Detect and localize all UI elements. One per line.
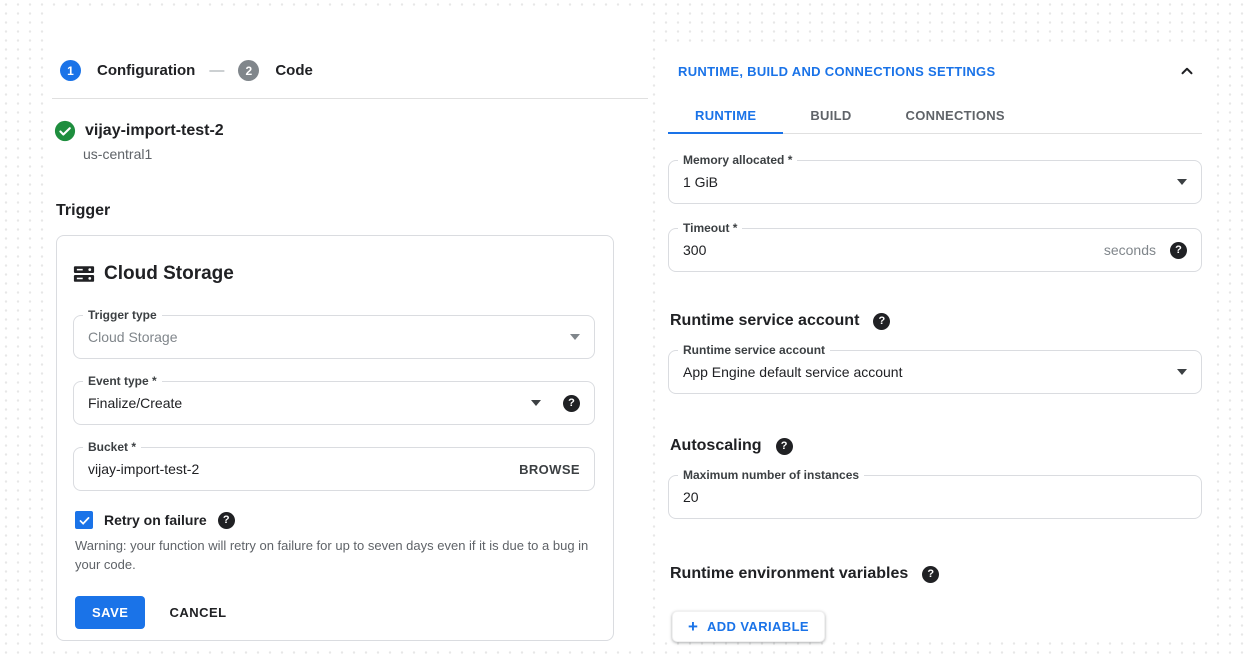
bucket-field[interactable]: Bucket * BROWSE (73, 447, 595, 491)
timeout-field[interactable]: Timeout * seconds ? (668, 228, 1202, 272)
retry-checkbox[interactable] (75, 511, 93, 529)
runtime-service-account-select[interactable]: Runtime service account App Engine defau… (668, 350, 1202, 394)
step-1-circle: 1 (60, 60, 81, 81)
memory-allocated-select[interactable]: Memory allocated * 1 GiB (668, 160, 1202, 204)
function-header: vijay-import-test-2 (54, 120, 648, 142)
settings-panel: RUNTIME, BUILD AND CONNECTIONS SETTINGS … (660, 48, 1210, 640)
function-name: vijay-import-test-2 (85, 122, 224, 140)
trigger-card: Cloud Storage Trigger type Cloud Storage… (56, 235, 614, 641)
trigger-type-select[interactable]: Trigger type Cloud Storage (73, 315, 595, 359)
function-region: us-central1 (83, 146, 648, 162)
trigger-type-value: Cloud Storage (88, 329, 570, 345)
cancel-button[interactable]: CANCEL (169, 605, 226, 620)
event-type-help-icon[interactable]: ? (563, 395, 580, 412)
settings-tabs: RUNTIME BUILD CONNECTIONS (668, 100, 1202, 134)
chevron-up-icon (1178, 62, 1196, 80)
add-variable-button[interactable]: + ADD VARIABLE (672, 611, 825, 642)
step-1-label: Configuration (97, 62, 195, 79)
trigger-card-title: Cloud Storage (104, 263, 234, 285)
plus-icon: + (688, 620, 698, 633)
event-type-select[interactable]: Event type * Finalize/Create ? (73, 381, 595, 425)
memory-allocated-label: Memory allocated * (678, 153, 797, 167)
runtime-service-account-label: Runtime service account (678, 343, 830, 357)
timeout-help-icon[interactable]: ? (1170, 242, 1187, 259)
dropdown-arrow-icon (570, 334, 580, 340)
memory-allocated-value: 1 GiB (683, 174, 1177, 190)
stepper-divider (52, 98, 648, 99)
max-instances-field[interactable]: Maximum number of instances (668, 475, 1202, 519)
runtime-service-account-section-title: Runtime service account (670, 312, 859, 330)
step-2-label: Code (275, 62, 313, 79)
trigger-type-label: Trigger type (83, 308, 162, 322)
timeout-input[interactable] (683, 242, 1104, 258)
runtime-service-account-value: App Engine default service account (683, 364, 1177, 380)
step-configuration[interactable]: 1 Configuration (60, 60, 195, 81)
env-variables-help-icon[interactable]: ? (922, 566, 939, 583)
save-button[interactable]: SAVE (75, 596, 145, 629)
bucket-input[interactable] (88, 461, 519, 477)
trigger-section-title: Trigger (56, 202, 648, 220)
step-2-circle: 2 (238, 60, 259, 81)
timeout-unit: seconds (1104, 242, 1156, 258)
max-instances-label: Maximum number of instances (678, 468, 864, 482)
tab-runtime[interactable]: RUNTIME (668, 100, 783, 134)
dropdown-arrow-icon (1177, 179, 1187, 185)
cloud-storage-icon (73, 263, 95, 285)
dropdown-arrow-icon (531, 400, 541, 406)
settings-header-label: RUNTIME, BUILD AND CONNECTIONS SETTINGS (678, 64, 995, 79)
bucket-label: Bucket * (83, 440, 141, 454)
browse-button[interactable]: BROWSE (519, 462, 580, 477)
retry-help-icon[interactable]: ? (218, 512, 235, 529)
configuration-panel: 1 Configuration — 2 Code vijay-import-te… (52, 10, 648, 650)
autoscaling-help-icon[interactable]: ? (776, 438, 793, 455)
settings-expander[interactable]: RUNTIME, BUILD AND CONNECTIONS SETTINGS (678, 62, 1196, 80)
step-separator: — (209, 62, 224, 79)
event-type-label: Event type * (83, 374, 162, 388)
retry-label[interactable]: Retry on failure (104, 512, 207, 528)
stepper: 1 Configuration — 2 Code (60, 60, 648, 81)
step-code[interactable]: 2 Code (238, 60, 313, 81)
event-type-value: Finalize/Create (88, 395, 531, 411)
timeout-label: Timeout * (678, 221, 742, 235)
success-check-icon (54, 120, 76, 142)
env-variables-section-title: Runtime environment variables (670, 565, 908, 583)
runtime-service-account-help-icon[interactable]: ? (873, 313, 890, 330)
tab-connections[interactable]: CONNECTIONS (879, 100, 1032, 134)
tab-build[interactable]: BUILD (783, 100, 878, 134)
max-instances-input[interactable] (683, 489, 1187, 505)
autoscaling-section-title: Autoscaling (670, 437, 762, 455)
retry-warning-text: Warning: your function will retry on fai… (75, 536, 595, 574)
dropdown-arrow-icon (1177, 369, 1187, 375)
add-variable-label: ADD VARIABLE (707, 619, 809, 634)
